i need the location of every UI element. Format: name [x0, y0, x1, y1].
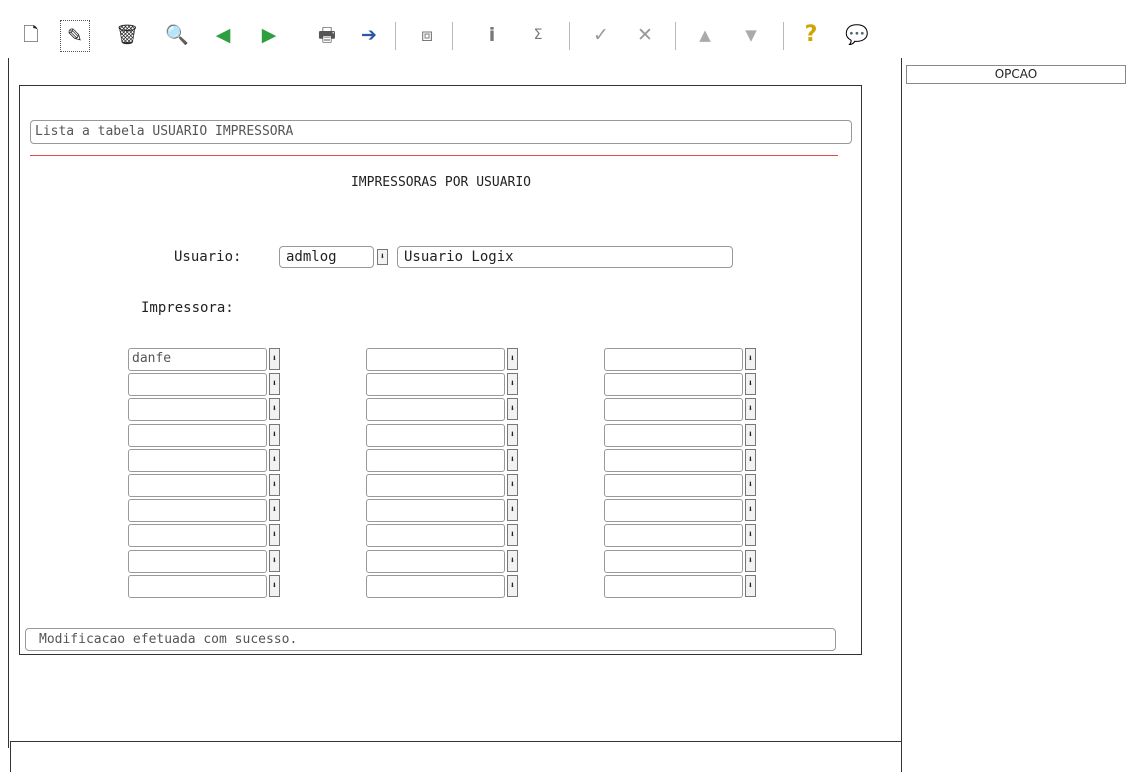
- toolbar-separator: [395, 22, 396, 50]
- opcao-field[interactable]: OPCAO: [906, 65, 1126, 84]
- printer-dropdown-icon[interactable]: ⬇: [269, 398, 280, 421]
- status-message: Modificacao efetuada com sucesso.: [25, 628, 836, 651]
- exit-icon[interactable]: ➔: [356, 22, 382, 48]
- usuario-name-field: Usuario Logix: [397, 246, 733, 268]
- printer-dropdown-icon[interactable]: ⬇: [269, 499, 280, 522]
- help-icon[interactable]: ?: [798, 22, 824, 48]
- up-icon[interactable]: ▲: [692, 22, 718, 48]
- printer-field[interactable]: [366, 398, 505, 422]
- printer-field[interactable]: [128, 398, 267, 422]
- toolbar-separator: [675, 22, 676, 50]
- printer-dropdown-icon[interactable]: ⬇: [507, 423, 518, 446]
- toolbar: 🗋 ✎ 🗑 🔍 ◀ ▶ 🖶 ➔ ⧈ i Σ ✓ ✕ ▲ ▼ ? 💬: [18, 12, 898, 58]
- next-icon[interactable]: ▶: [256, 22, 282, 48]
- printer-dropdown-icon[interactable]: ⬇: [745, 524, 756, 547]
- info-icon[interactable]: i: [479, 22, 505, 48]
- printer-dropdown-icon[interactable]: ⬇: [507, 549, 518, 572]
- previous-icon[interactable]: ◀: [210, 22, 236, 48]
- usuario-code-field[interactable]: admlog: [279, 246, 374, 268]
- printer-dropdown-icon[interactable]: ⬇: [269, 423, 280, 446]
- printer-dropdown-icon[interactable]: ⬇: [507, 499, 518, 522]
- printer-dropdown-icon[interactable]: ⬇: [507, 348, 518, 370]
- printer-dropdown-icon[interactable]: ⬇: [745, 398, 756, 421]
- printer-dropdown-icon[interactable]: ⬇: [745, 448, 756, 471]
- printer-dropdown-icon[interactable]: ⬇: [507, 398, 518, 421]
- toolbar-separator: [452, 22, 453, 50]
- printer-field[interactable]: [604, 348, 743, 371]
- printer-dropdown-icon[interactable]: ⬇: [745, 348, 756, 370]
- print-icon[interactable]: 🖶: [314, 22, 340, 48]
- usuario-label: Usuario:: [174, 249, 242, 265]
- new-icon[interactable]: 🗋: [18, 22, 44, 48]
- bottom-frame: [10, 741, 902, 772]
- search-icon[interactable]: 🔍: [164, 22, 190, 48]
- printer-dropdown-icon[interactable]: ⬇: [507, 524, 518, 547]
- printer-field[interactable]: [366, 524, 505, 548]
- printer-field[interactable]: [128, 549, 267, 573]
- printer-field[interactable]: [604, 448, 743, 472]
- comment-icon[interactable]: 💬: [844, 22, 870, 48]
- printer-dropdown-icon[interactable]: ⬇: [269, 474, 280, 496]
- printer-field[interactable]: [366, 423, 505, 447]
- printer-field[interactable]: [604, 524, 743, 548]
- printer-dropdown-icon[interactable]: ⬇: [269, 448, 280, 471]
- find-icon[interactable]: ⧈: [414, 22, 440, 48]
- usuario-dropdown-icon[interactable]: ⬇: [377, 249, 388, 265]
- printer-dropdown-icon[interactable]: ⬇: [745, 574, 756, 597]
- printer-field[interactable]: danfe: [128, 348, 267, 371]
- printer-field[interactable]: [604, 398, 743, 422]
- table-info-field: Lista a tabela USUARIO IMPRESSORA: [30, 120, 852, 144]
- printer-field[interactable]: [128, 524, 267, 548]
- printer-dropdown-icon[interactable]: ⬇: [745, 474, 756, 496]
- toolbar-separator: [783, 22, 784, 50]
- down-icon[interactable]: ▼: [738, 22, 764, 48]
- printer-dropdown-icon[interactable]: ⬇: [745, 423, 756, 446]
- printer-field[interactable]: [128, 574, 267, 598]
- printer-dropdown-icon[interactable]: ⬇: [745, 373, 756, 396]
- printer-dropdown-icon[interactable]: ⬇: [745, 549, 756, 572]
- printer-field[interactable]: [128, 499, 267, 523]
- printer-dropdown-icon[interactable]: ⬇: [507, 448, 518, 471]
- printer-dropdown-icon[interactable]: ⬇: [269, 373, 280, 396]
- printer-field[interactable]: [366, 348, 505, 371]
- printer-dropdown-icon[interactable]: ⬇: [745, 499, 756, 522]
- printer-dropdown-icon[interactable]: ⬇: [507, 373, 518, 396]
- printer-field[interactable]: [604, 373, 743, 397]
- printer-field[interactable]: [128, 423, 267, 447]
- printer-field[interactable]: [366, 574, 505, 598]
- printer-dropdown-icon[interactable]: ⬇: [507, 474, 518, 496]
- printer-field[interactable]: [604, 549, 743, 573]
- toolbar-separator: [569, 22, 570, 50]
- delete-icon[interactable]: 🗑: [114, 22, 140, 48]
- printer-dropdown-icon[interactable]: ⬇: [269, 524, 280, 547]
- printer-field[interactable]: [604, 474, 743, 497]
- printer-dropdown-icon[interactable]: ⬇: [269, 348, 280, 370]
- printer-dropdown-icon[interactable]: ⬇: [507, 574, 518, 597]
- printer-field[interactable]: [128, 448, 267, 472]
- printer-field[interactable]: [128, 373, 267, 397]
- printer-field[interactable]: [366, 499, 505, 523]
- printer-field[interactable]: [366, 549, 505, 573]
- printer-field[interactable]: [604, 499, 743, 523]
- divider-line: [30, 155, 838, 156]
- printer-field[interactable]: [604, 574, 743, 598]
- printer-field[interactable]: [366, 474, 505, 497]
- printer-field[interactable]: [366, 448, 505, 472]
- sum-icon[interactable]: Σ: [525, 22, 551, 48]
- printer-field[interactable]: [604, 423, 743, 447]
- printer-dropdown-icon[interactable]: ⬇: [269, 574, 280, 597]
- cancel-icon[interactable]: ✕: [632, 22, 658, 48]
- confirm-icon[interactable]: ✓: [588, 22, 614, 48]
- printer-dropdown-icon[interactable]: ⬇: [269, 549, 280, 572]
- modify-icon[interactable]: ✎: [60, 20, 90, 52]
- impressora-label: Impressora:: [141, 300, 234, 316]
- form-title: IMPRESSORAS POR USUARIO: [350, 175, 531, 190]
- printer-field[interactable]: [366, 373, 505, 397]
- printer-field[interactable]: [128, 474, 267, 497]
